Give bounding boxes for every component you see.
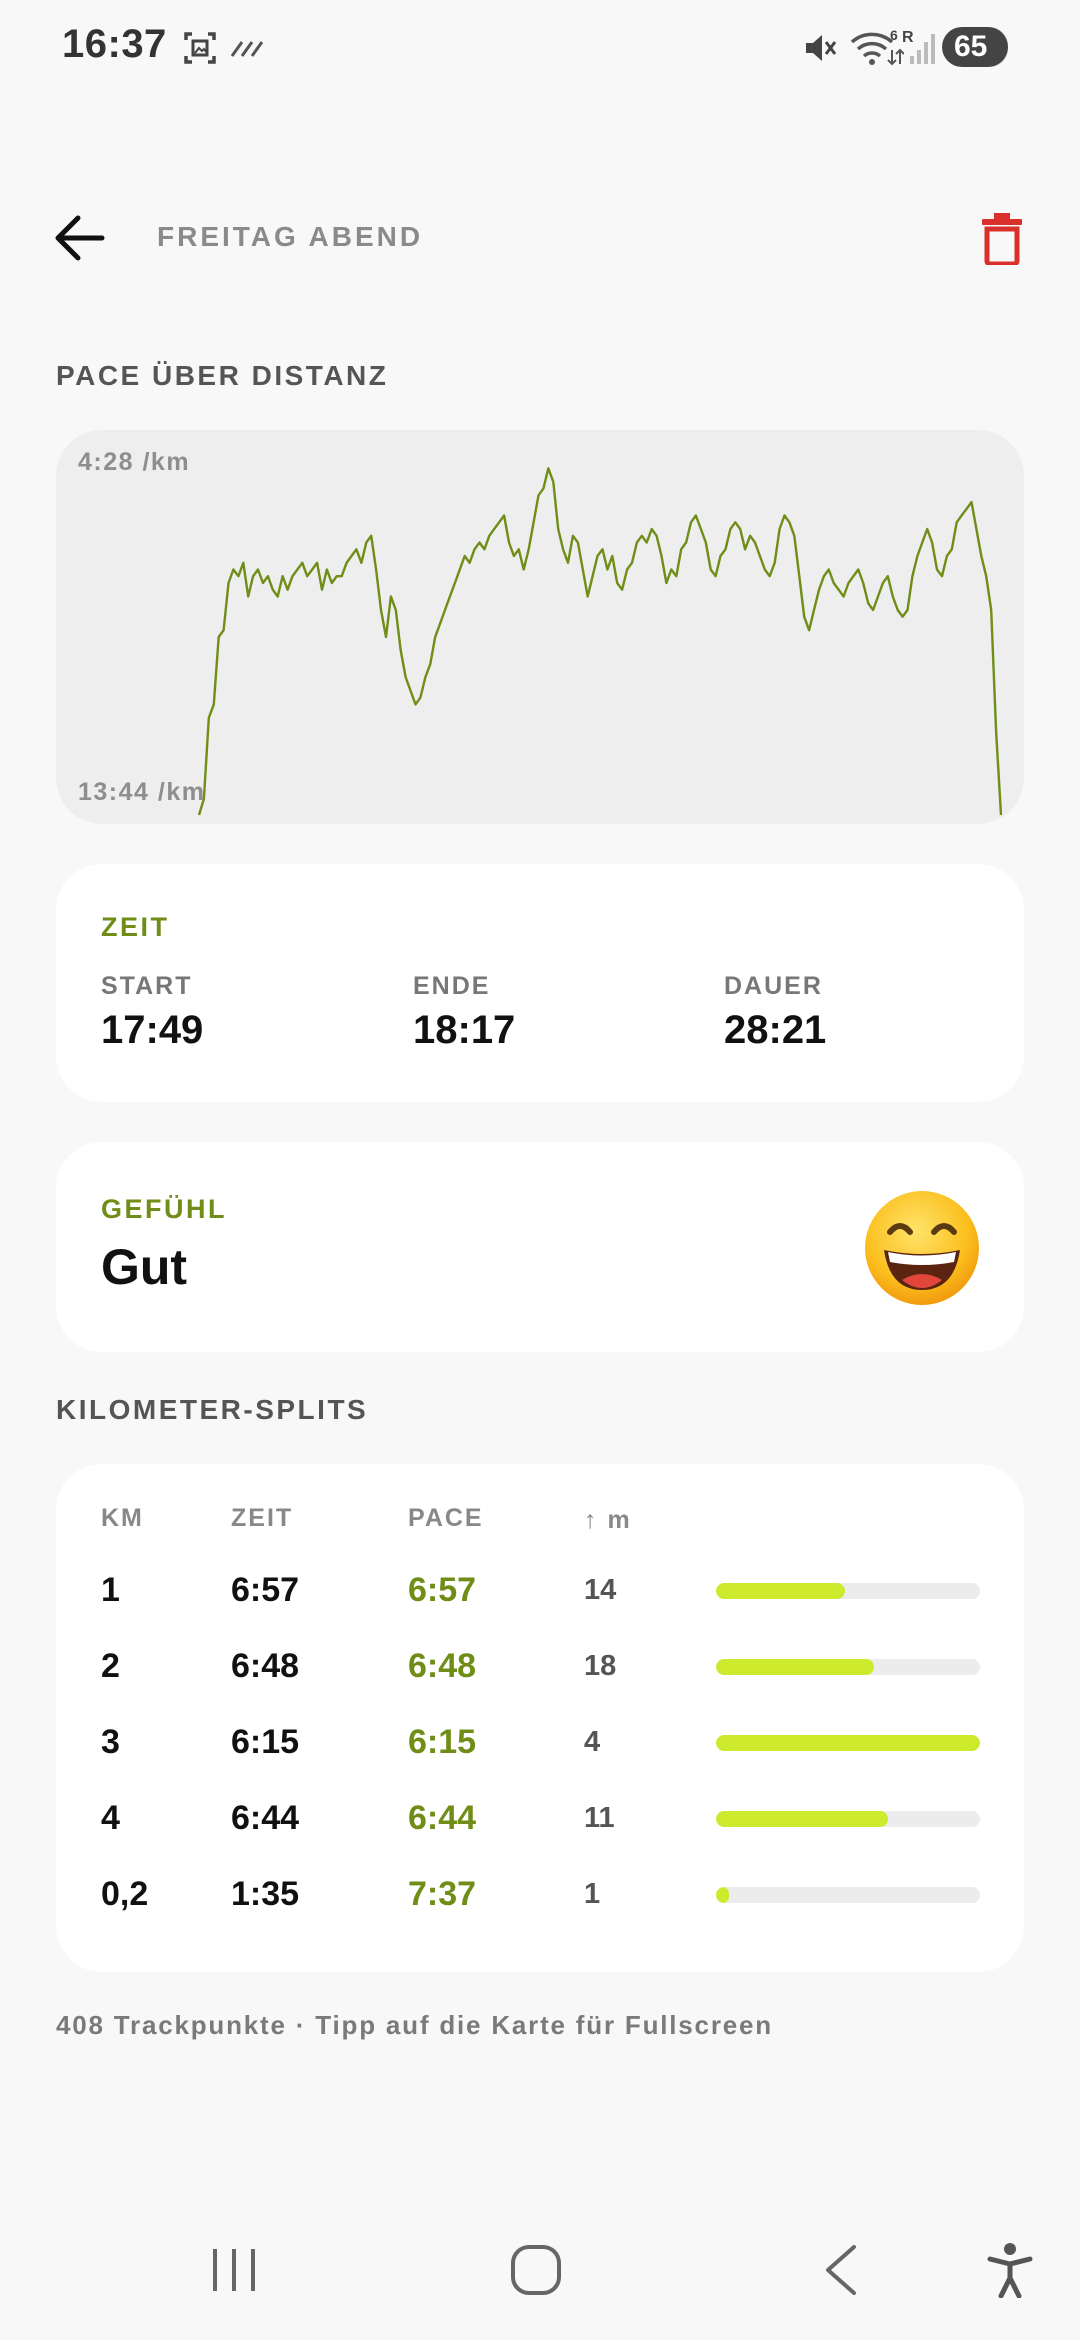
home-button[interactable] [486, 2230, 586, 2310]
split-bar-track [716, 1887, 980, 1903]
col-header-zeit: ZEIT [231, 1504, 294, 1532]
feeling-label: GEFÜHL [101, 1194, 227, 1224]
chart-bottom-label: 13:44 /km [78, 778, 206, 806]
split-bar-fill [716, 1735, 980, 1751]
page-title: FREITAG ABEND [157, 221, 424, 252]
split-bar-fill [716, 1811, 888, 1827]
mute-icon [800, 28, 840, 68]
start-label: START [101, 972, 193, 1000]
accessibility-icon [987, 2243, 1033, 2298]
split-bar-track [716, 1659, 980, 1675]
time-card: ZEIT START 17:49 ENDE 18:17 DAUER 28:21 [56, 864, 1024, 1102]
split-elevation: 1 [584, 1878, 601, 1910]
back-icon [826, 2245, 856, 2295]
split-km: 2 [101, 1647, 120, 1685]
pace-chart-svg [197, 467, 1003, 816]
splits-title: KILOMETER-SPLITS [56, 1394, 369, 1425]
split-elevation: 11 [584, 1802, 615, 1834]
split-bar-fill [716, 1583, 846, 1599]
time-card-label: ZEIT [101, 912, 170, 942]
pace-chart[interactable]: 4:28 /km 13:44 /km [56, 430, 1024, 824]
chart-top-label: 4:28 /km [78, 448, 191, 476]
end-value: 18:17 [413, 1008, 516, 1052]
split-pace: 6:15 [408, 1723, 477, 1761]
split-elevation: 14 [584, 1574, 617, 1606]
screenshot-icon [180, 28, 220, 68]
split-bar-track [716, 1735, 980, 1751]
split-bar-fill [716, 1659, 875, 1675]
battery-icon: 65 [942, 27, 1008, 67]
split-bar-track [716, 1583, 980, 1599]
signal-icon: R [900, 28, 940, 68]
end-label: ENDE [413, 972, 491, 1000]
split-time: 6:15 [231, 1723, 300, 1761]
delete-button[interactable] [974, 204, 1030, 272]
back-button[interactable] [44, 206, 114, 270]
recents-icon [213, 2249, 255, 2291]
grinning-face-icon [862, 1188, 982, 1308]
split-pace: 6:57 [408, 1571, 477, 1609]
split-km: 1 [101, 1571, 120, 1609]
split-km: 4 [101, 1799, 120, 1837]
home-icon [511, 2245, 561, 2295]
split-bar-track [716, 1811, 980, 1827]
trash-icon [982, 213, 1022, 265]
nav-back-button[interactable] [790, 2230, 890, 2310]
split-time: 6:44 [231, 1799, 300, 1837]
svg-text:6: 6 [890, 28, 898, 43]
recents-button[interactable] [184, 2230, 284, 2310]
split-pace: 6:44 [408, 1799, 477, 1837]
split-time: 6:48 [231, 1647, 300, 1685]
col-header-elevation: ↑ m [584, 1506, 632, 1534]
split-pace: 6:48 [408, 1647, 477, 1685]
arrow-left-icon [55, 215, 105, 261]
status-time: 16:37 [62, 22, 167, 66]
split-elevation: 4 [584, 1726, 601, 1758]
feeling-card[interactable]: GEFÜHL Gut [56, 1142, 1024, 1352]
split-bar-fill [716, 1887, 730, 1903]
footer-note: 408 Trackpunkte · Tipp auf die Karte für… [56, 2010, 773, 2040]
split-time: 1:35 [231, 1875, 300, 1913]
pace-section-title: PACE ÜBER DISTANZ [56, 360, 389, 391]
data-saver-icon [228, 28, 268, 68]
col-header-pace: PACE [408, 1504, 484, 1532]
start-value: 17:49 [101, 1008, 204, 1052]
split-elevation: 18 [584, 1650, 617, 1682]
split-km: 3 [101, 1723, 120, 1761]
splits-card: KM ZEIT PACE ↑ m 1 6:57 6:57 14 2 6:48 6:48 18 3… [56, 1464, 1024, 1972]
duration-value: 28:21 [724, 1008, 827, 1052]
accessibility-button[interactable] [960, 2230, 1060, 2310]
pace-series-line [197, 467, 1003, 816]
split-km: 0,2 [101, 1875, 149, 1913]
feeling-value: Gut [101, 1239, 188, 1295]
svg-text:R: R [902, 29, 914, 46]
split-pace: 7:37 [408, 1875, 477, 1913]
col-header-km: KM [101, 1504, 144, 1532]
duration-label: DAUER [724, 972, 823, 1000]
split-time: 6:57 [231, 1571, 300, 1609]
wifi-icon: 6 [848, 28, 904, 68]
